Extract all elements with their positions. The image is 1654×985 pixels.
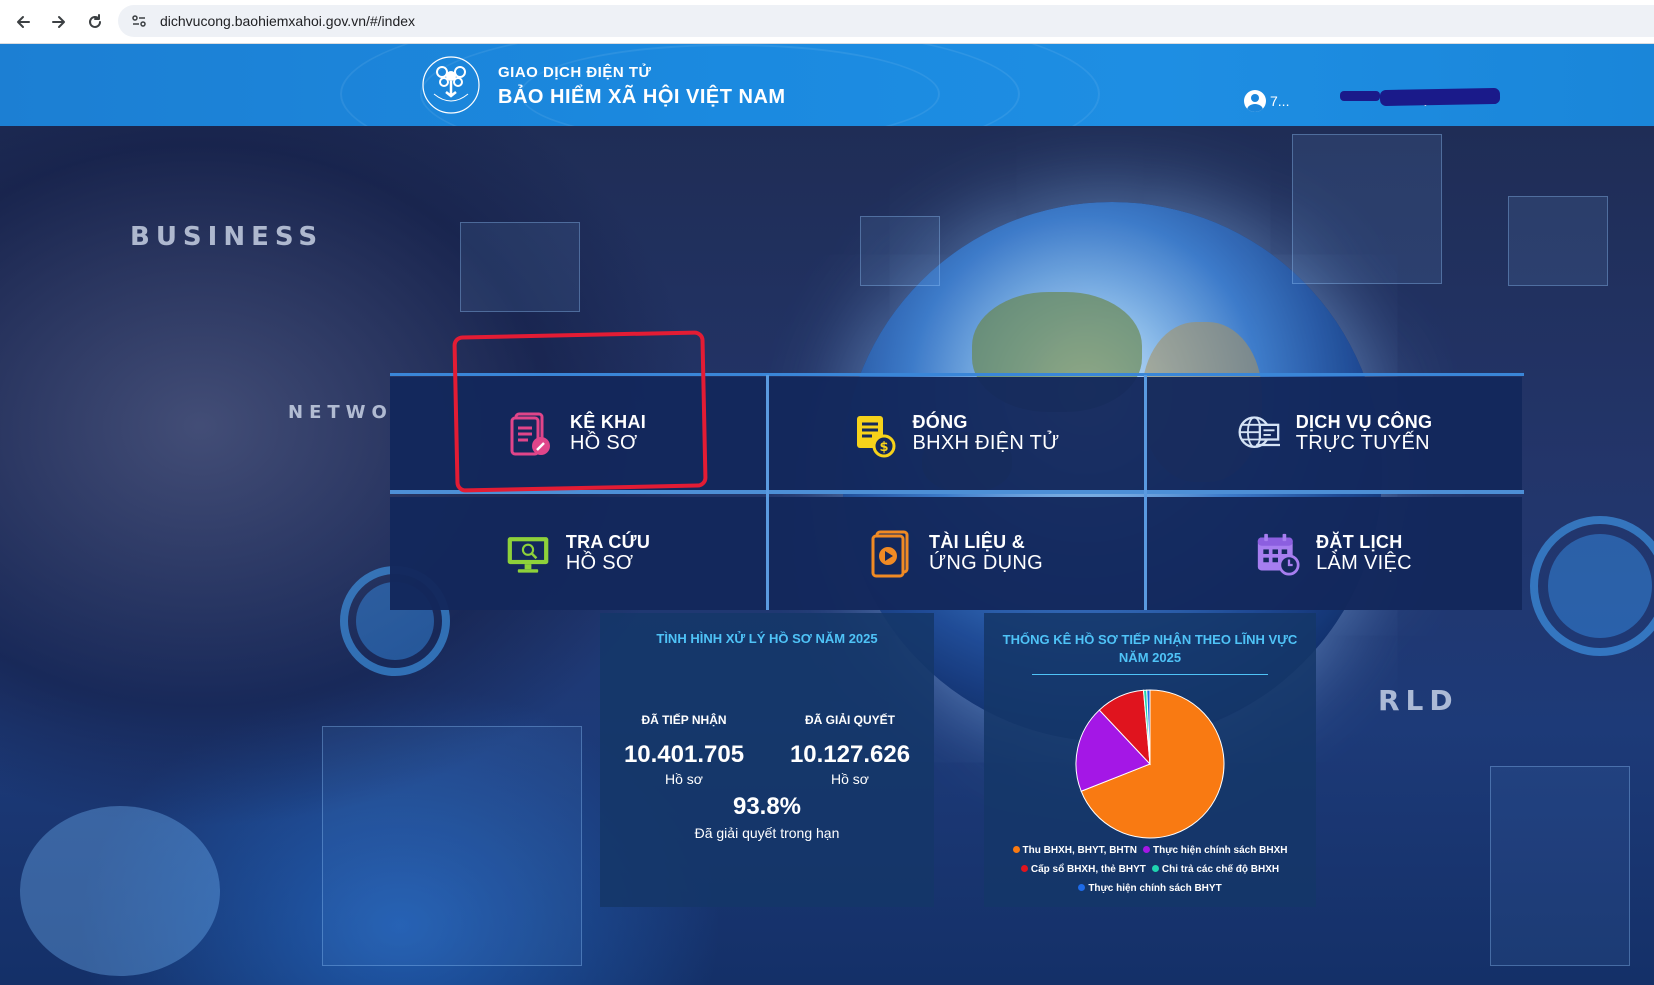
url-text: dichvucong.baohiemxahoi.gov.vn/#/index bbox=[160, 13, 416, 29]
browser-toolbar: dichvucong.baohiemxahoi.gov.vn/#/index bbox=[0, 0, 1654, 44]
legend-dot bbox=[1142, 846, 1150, 853]
hero-label-network: NETWO bbox=[288, 402, 393, 423]
tile-title: DỊCH VỤ CÔNG bbox=[1295, 411, 1433, 432]
brand-subtitle: GIAO DỊCH ĐIỆN TỬ bbox=[498, 64, 652, 81]
address-bar[interactable]: dichvucong.baohiemxahoi.gov.vn/#/index bbox=[118, 5, 1654, 37]
decorative-panel bbox=[1508, 196, 1608, 286]
brand-title: BẢO HIỂM XÃ HỘI VIỆT NAM bbox=[498, 86, 786, 108]
legend-row: Thực hiện chính sách BHYT bbox=[984, 879, 1316, 898]
redaction-mark bbox=[1340, 91, 1380, 101]
stat-resolved: ĐÃ GIẢI QUYẾT 10.127.626 Hồ sơ bbox=[770, 713, 930, 787]
stat-ontime-label: Đã giải quyết trong hạn bbox=[694, 825, 840, 841]
tile-subtitle: ỨNG DỤNG bbox=[929, 552, 1043, 575]
legend-item[interactable]: Cấp sổ BHXH, thẻ BHYT bbox=[1020, 860, 1146, 879]
globe-screen-icon bbox=[1236, 410, 1280, 458]
tile-title: ĐÓNG bbox=[912, 411, 968, 432]
pie-chart bbox=[1075, 689, 1225, 839]
tile-label: DỊCH VỤ CÔNG TRỰC TUYẾN bbox=[1296, 412, 1433, 456]
book-video-icon bbox=[869, 530, 913, 578]
stat-received-label: ĐÃ TIẾP NHẬN bbox=[641, 713, 727, 727]
field-stats-chart-panel: THỐNG KÊ HỒ SƠ TIẾP NHẬN THEO LĨNH VỰC N… bbox=[984, 613, 1316, 907]
legend-row: Cấp sổ BHXH, thẻ BHYT Chi trả các chế độ … bbox=[984, 860, 1316, 879]
legend-item[interactable]: Thực hiện chính sách BHXH bbox=[1142, 841, 1288, 860]
legend-label: Chi trả các chế độ BHXH bbox=[1161, 864, 1280, 875]
legend-label: Thu BHXH, BHYT, BHTN bbox=[1022, 845, 1137, 856]
user-name-text: 7... bbox=[1270, 93, 1290, 109]
decorative-panel bbox=[1490, 766, 1630, 966]
tile-subtitle: LÀM VIỆC bbox=[1316, 552, 1412, 575]
legend-item[interactable]: Chi trả các chế độ BHXH bbox=[1151, 860, 1280, 879]
legend-dot bbox=[1151, 865, 1159, 872]
tile-subtitle: TRỰC TUYẾN bbox=[1295, 432, 1430, 455]
arrow-left-icon bbox=[17, 15, 30, 28]
tiles-divider bbox=[766, 375, 769, 610]
stat-received-value: 10.401.705 bbox=[623, 741, 745, 768]
tiles-divider bbox=[1144, 375, 1147, 610]
hero-label-business: BUSINESS bbox=[130, 222, 324, 252]
tile-tai-lieu-ung-dung[interactable]: TÀI LIỆU & ỨNG DỤNG bbox=[768, 497, 1144, 610]
legend-row: Thu BHXH, BHYT, BHTN Thực hiện chính sách… bbox=[984, 841, 1316, 860]
tile-dat-lich-lam-viec[interactable]: ĐẶT LỊCH LÀM VIỆC bbox=[1146, 497, 1522, 610]
stat-received-unit: Hồ sơ bbox=[665, 771, 703, 787]
site-header: GIAO DỊCH ĐIỆN TỬ BẢO HIỂM XÃ HỘI VIỆT N… bbox=[0, 44, 1654, 126]
decorative-panel bbox=[460, 222, 580, 312]
legend-dot bbox=[1020, 865, 1028, 872]
tile-title: TRA CỨU bbox=[565, 531, 651, 552]
tile-title: ĐẶT LỊCH bbox=[1316, 531, 1403, 552]
chart-title: THỐNG KÊ HỒ SƠ TIẾP NHẬN THEO LĨNH VỰC N… bbox=[1002, 632, 1298, 666]
user-menu[interactable]: 7... ⌄ bbox=[1244, 87, 1501, 112]
stat-received: ĐÃ TIẾP NHẬN 10.401.705 Hồ sơ bbox=[604, 713, 764, 787]
hero-label-world: RLD bbox=[1378, 684, 1459, 717]
legend-dot bbox=[1078, 884, 1086, 891]
tile-label: TÀI LIỆU & ỨNG DỤNG bbox=[929, 532, 1043, 576]
processing-stats-panel: TÌNH HÌNH XỬ LÝ HỒ SƠ NĂM 2025 ĐÃ TIẾP N… bbox=[600, 613, 934, 907]
user-avatar-icon bbox=[1244, 90, 1266, 112]
site-info-icon[interactable] bbox=[130, 12, 148, 30]
red-highlight-annotation bbox=[452, 330, 708, 493]
chart-title-divider bbox=[1032, 674, 1268, 675]
calendar-clock-icon bbox=[1256, 530, 1300, 578]
decorative-panel bbox=[1292, 134, 1442, 284]
arrow-right-icon bbox=[52, 15, 65, 28]
legend-label: Thực hiện chính sách BHXH bbox=[1152, 845, 1288, 856]
tile-label: ĐẶT LỊCH LÀM VIỆC bbox=[1316, 532, 1412, 576]
tile-label: TRA CỨU HỒ SƠ bbox=[566, 532, 650, 576]
svg-text:$: $ bbox=[879, 440, 888, 455]
decorative-panel bbox=[860, 216, 940, 286]
reload-button[interactable] bbox=[78, 5, 112, 39]
tile-subtitle: BHXH ĐIỆN TỬ bbox=[912, 432, 1060, 455]
bhxh-logo-icon[interactable] bbox=[420, 54, 482, 116]
payment-coin-icon: $ bbox=[853, 410, 897, 458]
tile-tra-cuu-ho-so[interactable]: TRA CỨU HỒ SƠ bbox=[390, 497, 766, 610]
tile-dong-bhxh[interactable]: $ ĐÓNG BHXH ĐIỆN TỬ bbox=[768, 377, 1144, 490]
decorative-ring bbox=[1548, 534, 1652, 638]
stat-resolved-label: ĐÃ GIẢI QUYẾT bbox=[804, 713, 895, 727]
chart-legend: Thu BHXH, BHYT, BHTN Thực hiện chính sách… bbox=[984, 841, 1316, 898]
legend-label: Cấp sổ BHXH, thẻ BHYT bbox=[1030, 864, 1146, 875]
decorative-panel bbox=[322, 726, 582, 966]
tile-label: ĐÓNG BHXH ĐIỆN TỬ bbox=[913, 412, 1060, 456]
stat-resolved-value: 10.127.626 bbox=[789, 741, 911, 768]
forward-button[interactable] bbox=[42, 5, 76, 39]
back-button[interactable] bbox=[6, 5, 40, 39]
tile-title: TÀI LIỆU & bbox=[929, 531, 1026, 552]
tile-dich-vu-cong[interactable]: DỊCH VỤ CÔNG TRỰC TUYẾN bbox=[1146, 377, 1522, 490]
redaction-mark bbox=[1379, 87, 1501, 107]
stats-title: TÌNH HÌNH XỬ LÝ HỒ SƠ NĂM 2025 bbox=[656, 631, 878, 646]
decorative-ring bbox=[20, 806, 220, 976]
tiles-divider bbox=[390, 490, 1524, 494]
legend-item[interactable]: Thu BHXH, BHYT, BHTN bbox=[1012, 841, 1137, 860]
user-name: 7... bbox=[1270, 87, 1501, 109]
reload-icon bbox=[89, 13, 101, 28]
tile-subtitle: HỒ SƠ bbox=[565, 552, 634, 575]
legend-dot bbox=[1012, 846, 1020, 853]
monitor-search-icon bbox=[506, 530, 550, 578]
legend-label: Thực hiện chính sách BHYT bbox=[1088, 883, 1222, 894]
legend-item[interactable]: Thực hiện chính sách BHYT bbox=[1078, 879, 1222, 898]
stat-ontime-percent: 93.8% bbox=[732, 793, 802, 820]
stat-resolved-unit: Hồ sơ bbox=[831, 771, 869, 787]
